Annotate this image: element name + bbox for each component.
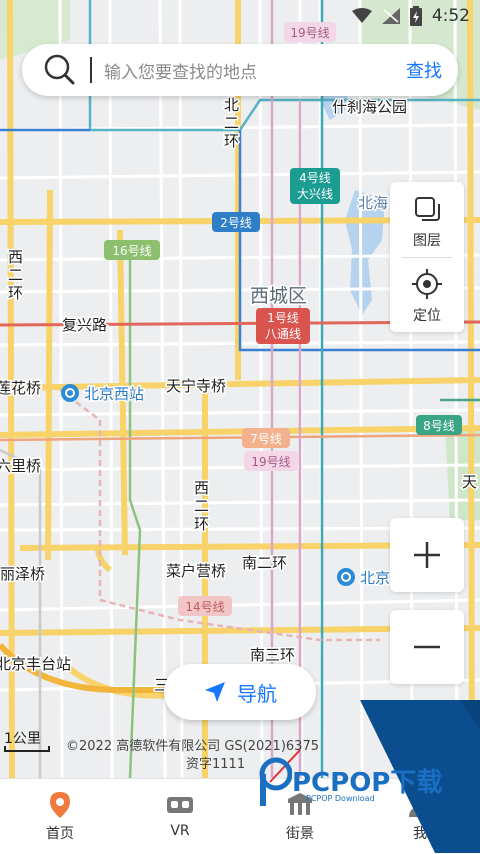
status-bar: 4:52 bbox=[0, 0, 480, 34]
lianhuaqiao-label: 莲花桥 bbox=[0, 379, 41, 397]
line-1-label: 1号线 bbox=[267, 311, 299, 325]
lizeqiao-label: 丽泽桥 bbox=[0, 565, 45, 583]
navigation-arrow-icon bbox=[205, 682, 225, 702]
zoom-out-button[interactable] bbox=[390, 610, 464, 684]
line-14-label: 14号线 bbox=[185, 600, 224, 614]
minus-icon bbox=[414, 645, 440, 649]
xierhuan-b-char-2: 二 bbox=[194, 497, 209, 515]
beijing-station-label: 北京 bbox=[360, 569, 390, 587]
search-icon bbox=[44, 54, 75, 85]
line-19b-label: 19号线 bbox=[251, 455, 290, 469]
shichahai-label: 什刹海公园 bbox=[332, 98, 407, 116]
caihuying-label: 菜户营桥 bbox=[166, 562, 226, 580]
zoom-in-button[interactable] bbox=[390, 518, 464, 592]
plus-icon bbox=[414, 542, 440, 568]
xicheng-district-label: 西城区 bbox=[250, 285, 307, 307]
search-button[interactable]: 查找 bbox=[400, 53, 448, 87]
search-input[interactable]: 输入您要查找的地点 bbox=[104, 58, 400, 83]
daxing-line-label: 大兴线 bbox=[297, 187, 333, 201]
beijingxizhan-label: 北京西站 bbox=[84, 385, 144, 403]
tian-label: 天 bbox=[462, 473, 477, 491]
signal-icon bbox=[381, 8, 400, 24]
beierhuan-char-1: 北 bbox=[224, 96, 239, 114]
pcpop-logo-icon bbox=[259, 757, 292, 806]
map-tools-panel: 图层 定位 bbox=[390, 182, 464, 332]
search-bar[interactable]: 输入您要查找的地点 查找 bbox=[22, 44, 458, 96]
tab-vr-label: VR bbox=[170, 823, 190, 839]
layers-icon bbox=[415, 197, 440, 221]
xierhuan-a-char-3: 环 bbox=[8, 284, 23, 302]
tab-home[interactable]: 首页 bbox=[12, 779, 108, 854]
batong-line-label: 八通线 bbox=[265, 327, 301, 341]
beierhuan-char-3: 环 bbox=[224, 132, 239, 150]
crosshair-icon bbox=[412, 269, 442, 299]
beihai-label: 北海 bbox=[358, 194, 388, 212]
layers-label: 图层 bbox=[413, 233, 441, 249]
nansanhuan-label: 南三环 bbox=[250, 646, 295, 664]
layers-button[interactable]: 图层 bbox=[390, 182, 464, 257]
vr-headset-icon bbox=[167, 797, 193, 813]
xierhuan-b-char-1: 西 bbox=[194, 479, 209, 497]
tianningsi-label: 天宁寺桥 bbox=[166, 377, 226, 395]
fuxinglu-label: 复兴路 bbox=[62, 316, 107, 334]
line-4-label: 4号线 bbox=[299, 171, 331, 185]
fengtaizhan-label: 北京丰台站 bbox=[0, 655, 71, 673]
battery-icon bbox=[409, 6, 422, 26]
tab-home-label: 首页 bbox=[46, 826, 74, 842]
nanerhuan-label: 南二环 bbox=[242, 554, 287, 572]
xierhuan-a-char-2: 二 bbox=[8, 266, 23, 284]
map-scale-bar bbox=[4, 746, 50, 752]
xierhuan-a-char-1: 西 bbox=[8, 248, 23, 266]
beierhuan-char-2: 二 bbox=[224, 114, 239, 132]
xierhuan-b-char-3: 环 bbox=[194, 515, 209, 533]
wifi-icon bbox=[351, 8, 372, 23]
line-8-label: 8号线 bbox=[423, 419, 455, 433]
line-16-label: 16号线 bbox=[112, 244, 151, 258]
liuliqiao-label: 六里桥 bbox=[0, 457, 41, 475]
tab-vr[interactable]: VR bbox=[132, 779, 228, 854]
status-time: 4:52 bbox=[431, 6, 470, 26]
search-caret bbox=[90, 57, 92, 83]
line-2-label: 2号线 bbox=[220, 216, 252, 230]
locate-button[interactable]: 定位 bbox=[390, 257, 464, 332]
line-7-label: 7号线 bbox=[250, 432, 282, 446]
locate-label: 定位 bbox=[413, 308, 441, 324]
map-scale-label: 1公里 bbox=[4, 731, 41, 747]
watermark-sub: PCPOP Download bbox=[306, 794, 375, 803]
location-pin-icon bbox=[50, 792, 70, 818]
